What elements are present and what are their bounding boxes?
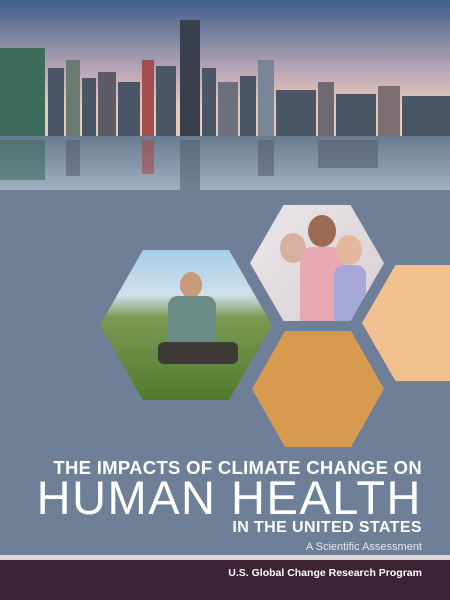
footer-band: U.S. Global Change Research Program (0, 560, 450, 600)
man-shirt (168, 296, 216, 346)
man-legs (158, 342, 238, 364)
orange-hexagon (252, 331, 384, 447)
title-main: HUMAN HEALTH (36, 471, 422, 524)
man-head (180, 272, 202, 298)
man-in-field-photo (100, 250, 272, 400)
child-head (336, 235, 362, 265)
peach-hexagon (362, 265, 450, 381)
subtitle: A Scientific Assessment (305, 541, 422, 553)
title-line-3: IN THE UNITED STATES (232, 519, 422, 536)
doctor-with-child-photo (250, 205, 384, 321)
city-skyline-photo (0, 0, 450, 190)
child-body (334, 265, 366, 321)
publisher: U.S. Global Change Research Program (228, 567, 422, 579)
mother-head (308, 215, 336, 247)
